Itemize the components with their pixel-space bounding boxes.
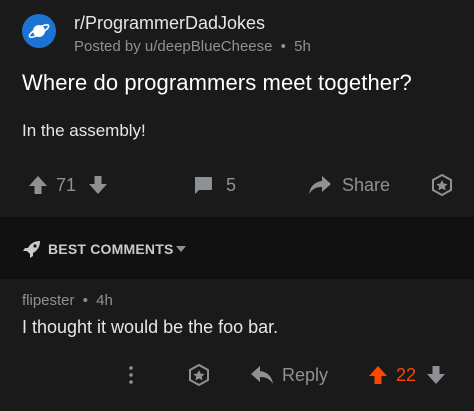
downvote-arrow-icon[interactable]: [88, 174, 108, 196]
share-label: Share: [342, 174, 391, 195]
upvote-arrow-icon[interactable]: [28, 174, 48, 196]
downvote-arrow-icon[interactable]: [426, 364, 446, 386]
award-button[interactable]: [431, 174, 453, 196]
comment-meta-separator: •: [82, 292, 88, 309]
comment-vote-count: 22: [396, 364, 417, 385]
post-age: 5h: [294, 38, 311, 55]
meta-separator: •: [280, 38, 286, 55]
more-vertical-icon[interactable]: [128, 365, 134, 385]
reply-arrow-icon: [250, 364, 274, 386]
award-badge-icon: [431, 174, 453, 196]
post-vote-count: 71: [56, 174, 77, 195]
post-author[interactable]: u/deepBlueCheese: [145, 38, 273, 55]
comment-author[interactable]: flipester: [22, 292, 75, 309]
post-title[interactable]: Where do programmers meet together?: [22, 70, 412, 96]
share-button[interactable]: Share: [308, 174, 390, 196]
reply-label: Reply: [282, 364, 329, 385]
planet-icon: [28, 24, 50, 38]
comment-bubble-icon: [192, 174, 214, 196]
comments-button[interactable]: 5: [192, 174, 236, 196]
sort-label[interactable]: BEST COMMENTS: [48, 241, 174, 257]
post-body: In the assembly!: [22, 121, 146, 140]
post-meta: Posted by u/deepBlueCheese • 5h: [74, 38, 311, 55]
upvote-arrow-icon[interactable]: [368, 364, 388, 386]
comment-meta: flipester • 4h: [22, 292, 113, 309]
subreddit-avatar[interactable]: [22, 14, 56, 48]
share-arrow-icon: [308, 174, 332, 196]
chevron-down-icon[interactable]: [175, 245, 187, 253]
comment-vote-group: 22: [368, 364, 446, 386]
comment-count: 5: [226, 174, 237, 195]
comment-age: 4h: [96, 292, 113, 309]
rocket-icon: [22, 239, 42, 259]
comment-award-icon[interactable]: [188, 364, 210, 386]
reply-button[interactable]: Reply: [250, 364, 328, 386]
comment-text: I thought it would be the foo bar.: [22, 317, 279, 337]
posted-by-label: Posted by: [74, 38, 141, 55]
post-vote-group: 71: [28, 174, 108, 196]
subreddit-name[interactable]: r/ProgrammerDadJokes: [74, 13, 265, 34]
